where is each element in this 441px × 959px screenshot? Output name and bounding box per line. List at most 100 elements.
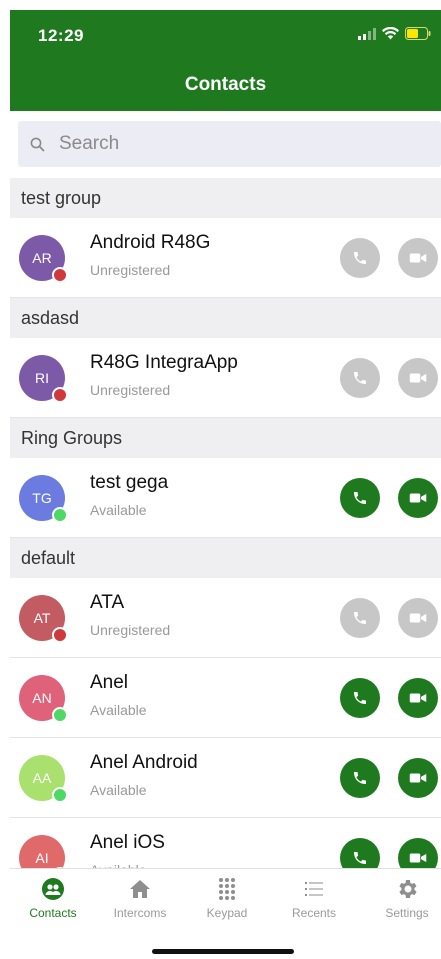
contact-row[interactable]: AA Anel Android Available bbox=[10, 738, 441, 818]
tab-label: Settings bbox=[385, 906, 429, 920]
app-header: 12:29 Contacts bbox=[10, 10, 441, 111]
tab-keypad[interactable]: Keypad bbox=[187, 877, 267, 920]
list-icon bbox=[274, 877, 354, 901]
contact-name: ATA bbox=[90, 592, 125, 613]
wifi-icon bbox=[382, 26, 399, 45]
avatar-initials: AR bbox=[32, 250, 52, 266]
avatar-initials: RI bbox=[35, 370, 49, 386]
phone-icon bbox=[352, 690, 368, 706]
call-button[interactable] bbox=[340, 678, 380, 718]
contact-status: Available bbox=[90, 702, 147, 718]
avatar-initials: AI bbox=[35, 850, 49, 866]
tab-label: Keypad bbox=[206, 906, 248, 920]
avatar-initials: AT bbox=[33, 610, 51, 626]
video-camera-icon bbox=[409, 251, 427, 265]
phone-icon bbox=[352, 370, 368, 386]
group-header: asdasd bbox=[10, 298, 441, 338]
status-time: 12:29 bbox=[38, 26, 84, 45]
video-camera-icon bbox=[409, 691, 427, 705]
contact-name: Android R48G bbox=[90, 232, 211, 253]
video-call-button[interactable] bbox=[398, 358, 438, 398]
avatar: RI bbox=[19, 355, 68, 403]
contact-name: R48G IntegraApp bbox=[90, 352, 238, 373]
gear-icon bbox=[367, 877, 441, 901]
video-call-button[interactable] bbox=[398, 758, 438, 798]
signal-icon bbox=[358, 27, 376, 45]
group-header: default bbox=[10, 538, 441, 578]
contact-name: Anel bbox=[90, 672, 129, 693]
avatar: AT bbox=[19, 595, 68, 643]
presence-status-dot bbox=[52, 707, 68, 723]
contact-list[interactable]: test group AR Android R48G Unregistered … bbox=[10, 178, 441, 868]
video-camera-icon bbox=[409, 491, 427, 505]
avatar: AN bbox=[19, 675, 68, 723]
phone-icon bbox=[352, 490, 368, 506]
search-input[interactable] bbox=[57, 132, 361, 156]
contact-row[interactable]: RI R48G IntegraApp Unregistered bbox=[10, 338, 441, 418]
video-call-button[interactable] bbox=[398, 678, 438, 718]
tab-settings[interactable]: Settings bbox=[367, 877, 441, 920]
call-button[interactable] bbox=[340, 358, 380, 398]
tab-label: Intercoms bbox=[113, 906, 167, 920]
keypad-icon bbox=[187, 877, 267, 901]
phone-icon bbox=[352, 770, 368, 786]
tab-intercoms[interactable]: Intercoms bbox=[100, 877, 180, 920]
contact-name: Anel Android bbox=[90, 752, 198, 773]
page-title: Contacts bbox=[184, 74, 267, 95]
group-header: Ring Groups bbox=[10, 418, 441, 458]
home-icon bbox=[100, 877, 180, 901]
contact-status: Available bbox=[90, 502, 147, 518]
avatar-initials: AN bbox=[32, 690, 52, 706]
call-button[interactable] bbox=[340, 758, 380, 798]
video-call-button[interactable] bbox=[398, 478, 438, 518]
search-field[interactable] bbox=[18, 121, 441, 167]
video-call-button[interactable] bbox=[398, 598, 438, 638]
contact-row[interactable]: AT ATA Unregistered bbox=[10, 578, 441, 658]
phone-icon bbox=[352, 610, 368, 626]
call-button[interactable] bbox=[340, 238, 380, 278]
tab-label: Contacts bbox=[29, 906, 77, 920]
contact-status: Unregistered bbox=[90, 382, 171, 398]
battery-icon bbox=[405, 27, 431, 45]
contacts-icon bbox=[13, 877, 93, 901]
contact-name: Anel iOS bbox=[90, 832, 165, 853]
presence-status-dot bbox=[52, 387, 68, 403]
status-icons bbox=[358, 26, 431, 45]
contact-status: Unregistered bbox=[90, 262, 171, 278]
avatar-initials: TG bbox=[32, 490, 52, 506]
avatar: AA bbox=[19, 755, 68, 803]
contact-status: Available bbox=[90, 782, 147, 798]
call-button[interactable] bbox=[340, 598, 380, 638]
contact-row[interactable]: AI Anel iOS Available bbox=[10, 818, 441, 868]
phone-icon bbox=[352, 250, 368, 266]
group-header: test group bbox=[10, 178, 441, 218]
avatar: AI bbox=[19, 835, 68, 868]
contact-row[interactable]: AR Android R48G Unregistered bbox=[10, 218, 441, 298]
video-camera-icon bbox=[409, 371, 427, 385]
avatar: TG bbox=[19, 475, 68, 523]
video-camera-icon bbox=[409, 771, 427, 785]
search-icon bbox=[30, 137, 45, 152]
phone-icon bbox=[352, 850, 368, 866]
contact-name: test gega bbox=[90, 472, 169, 493]
avatar-initials: AA bbox=[32, 770, 52, 786]
contact-status: Unregistered bbox=[90, 622, 171, 638]
presence-status-dot bbox=[52, 507, 68, 523]
call-button[interactable] bbox=[340, 838, 380, 868]
search-bar bbox=[10, 111, 441, 177]
video-call-button[interactable] bbox=[398, 838, 438, 868]
avatar: AR bbox=[19, 235, 68, 283]
video-call-button[interactable] bbox=[398, 238, 438, 278]
contact-row[interactable]: AN Anel Available bbox=[10, 658, 441, 738]
home-indicator bbox=[152, 949, 294, 954]
call-button[interactable] bbox=[340, 478, 380, 518]
video-camera-icon bbox=[409, 851, 427, 865]
tab-label: Recents bbox=[291, 906, 337, 920]
tab-recents[interactable]: Recents bbox=[274, 877, 354, 920]
presence-status-dot bbox=[52, 787, 68, 803]
tab-bar: Contacts Intercoms Keypad Recents Settin… bbox=[10, 868, 441, 959]
tab-contacts[interactable]: Contacts bbox=[13, 877, 93, 920]
video-camera-icon bbox=[409, 611, 427, 625]
presence-status-dot bbox=[52, 267, 68, 283]
contact-row[interactable]: TG test gega Available bbox=[10, 458, 441, 538]
